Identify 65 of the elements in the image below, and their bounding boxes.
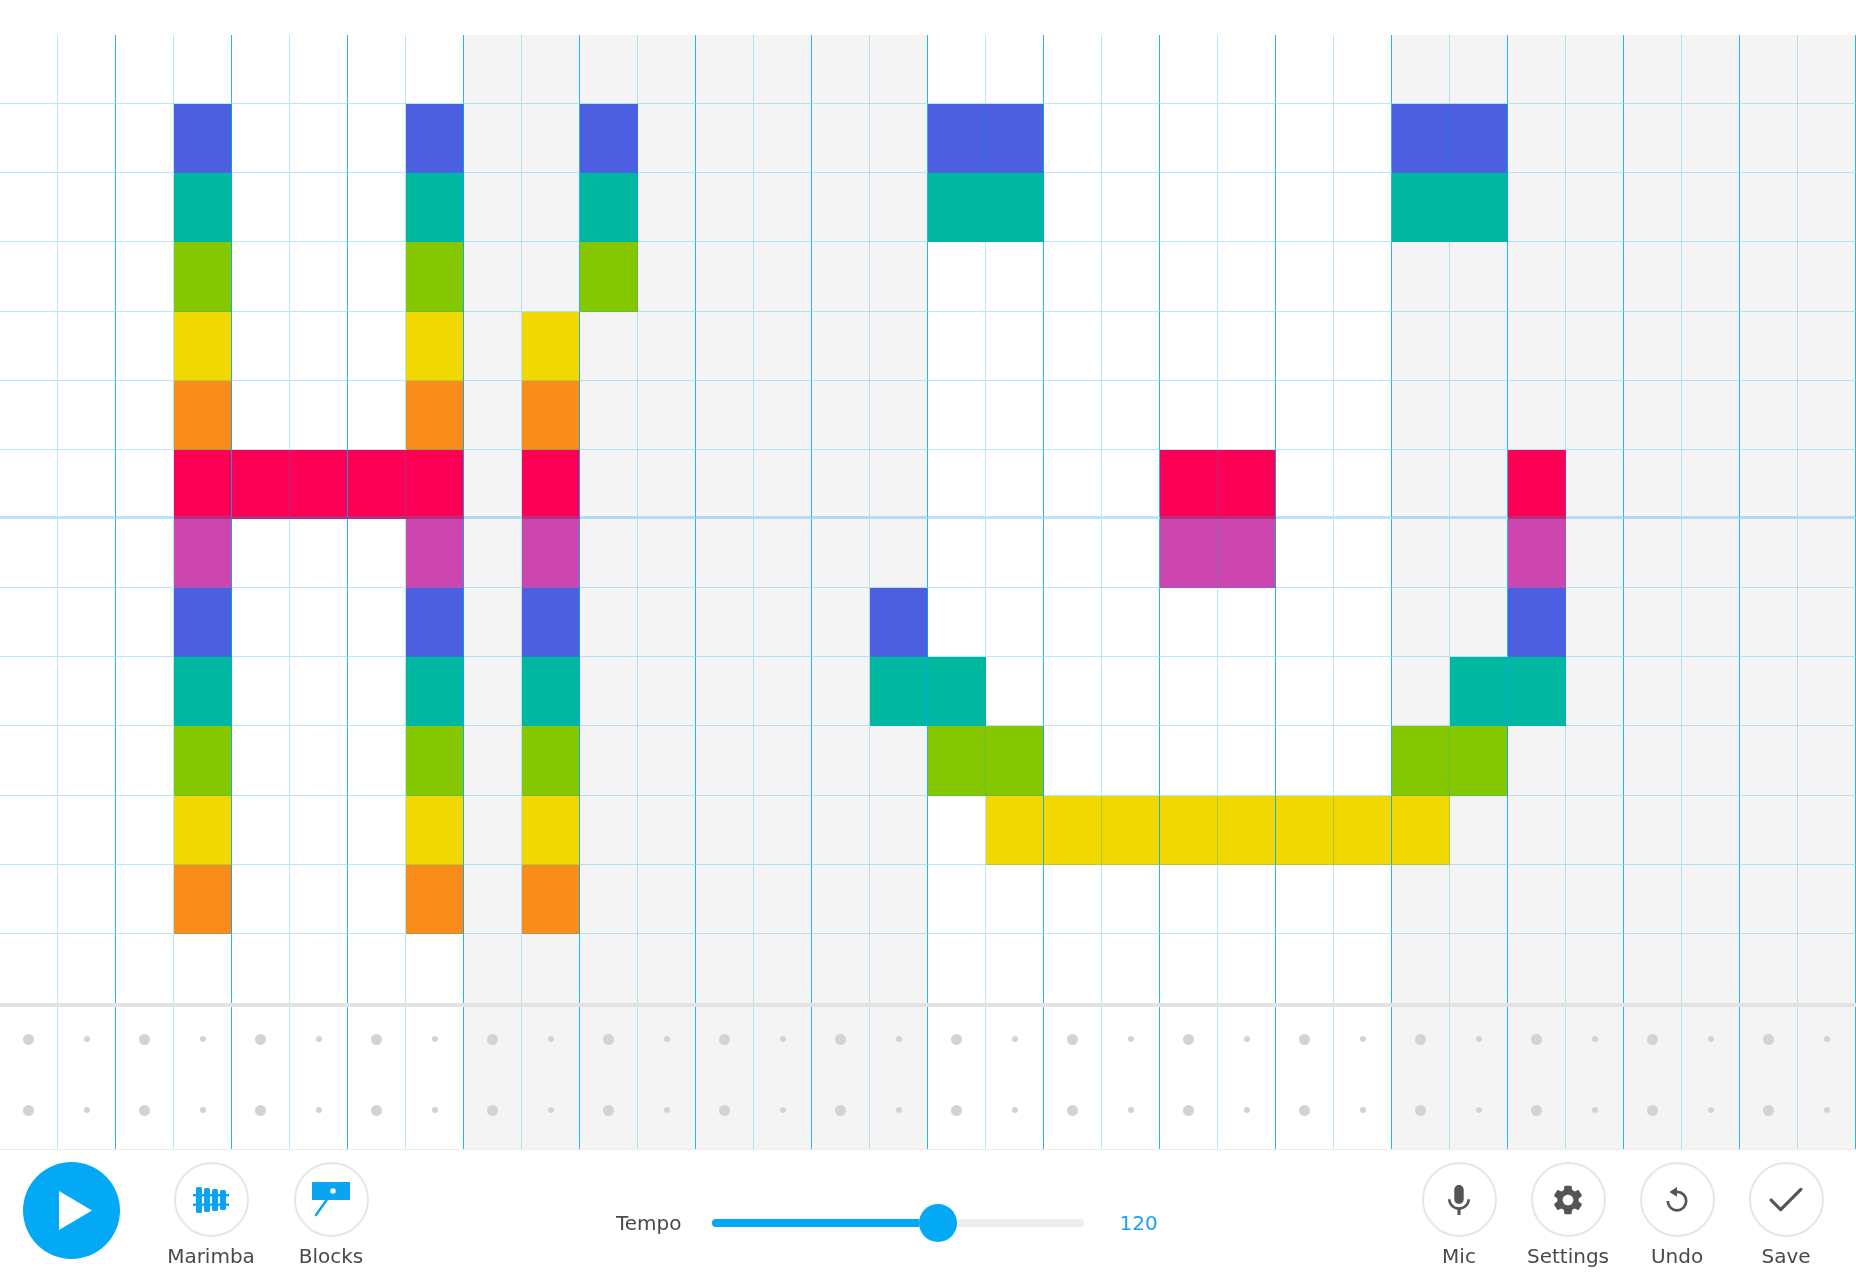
instrument-label: Blocks xyxy=(298,1245,364,1267)
note-block[interactable] xyxy=(1218,795,1276,865)
note-block[interactable] xyxy=(174,726,232,796)
note-block[interactable] xyxy=(522,864,580,934)
note-block[interactable] xyxy=(1450,726,1508,796)
block-mallet-icon xyxy=(312,1182,350,1217)
action-label: Settings xyxy=(1527,1245,1609,1267)
note-block[interactable] xyxy=(522,588,580,658)
note-block[interactable] xyxy=(290,449,348,519)
note-block[interactable] xyxy=(522,449,580,519)
note-block[interactable] xyxy=(406,795,464,865)
note-block[interactable] xyxy=(406,519,464,589)
note-block[interactable] xyxy=(870,588,928,658)
note-block[interactable] xyxy=(406,104,464,174)
note-block[interactable] xyxy=(174,380,232,450)
check-icon xyxy=(1769,1186,1803,1213)
slider-thumb[interactable] xyxy=(919,1204,958,1242)
note-block[interactable] xyxy=(1450,173,1508,243)
note-block[interactable] xyxy=(522,380,580,450)
undo-icon xyxy=(1664,1186,1690,1213)
action-label: Save xyxy=(1761,1245,1811,1267)
note-block[interactable] xyxy=(1450,104,1508,174)
tempo-value: 120 xyxy=(1119,1211,1158,1235)
note-block[interactable] xyxy=(174,519,232,589)
note-block[interactable] xyxy=(174,657,232,727)
note-block[interactable] xyxy=(986,795,1044,865)
note-block[interactable] xyxy=(174,588,232,658)
note-block[interactable] xyxy=(986,726,1044,796)
note-block[interactable] xyxy=(406,726,464,796)
note-block[interactable] xyxy=(174,242,232,312)
note-block[interactable] xyxy=(1218,519,1276,589)
note-block[interactable] xyxy=(870,657,928,727)
note-block[interactable] xyxy=(1450,657,1508,727)
note-block[interactable] xyxy=(174,173,232,243)
note-block[interactable] xyxy=(522,795,580,865)
note-block[interactable] xyxy=(522,519,580,589)
note-block[interactable] xyxy=(174,311,232,381)
note-block[interactable] xyxy=(406,864,464,934)
note-block[interactable] xyxy=(406,588,464,658)
note-block[interactable] xyxy=(174,104,232,174)
note-block[interactable] xyxy=(522,311,580,381)
xylophone-icon xyxy=(193,1186,229,1213)
note-block[interactable] xyxy=(986,173,1044,243)
note-block[interactable] xyxy=(406,657,464,727)
note-block[interactable] xyxy=(1334,795,1392,865)
note-block[interactable] xyxy=(1102,795,1160,865)
tempo-label: Tempo xyxy=(616,1211,682,1235)
microphone-icon xyxy=(1448,1184,1470,1215)
note-block[interactable] xyxy=(522,657,580,727)
note-block[interactable] xyxy=(406,242,464,312)
note-block[interactable] xyxy=(406,173,464,243)
note-block[interactable] xyxy=(174,449,232,519)
settings-icon xyxy=(1554,1184,1582,1215)
note-block[interactable] xyxy=(406,380,464,450)
note-block[interactable] xyxy=(406,311,464,381)
note-block[interactable] xyxy=(174,864,232,934)
note-block[interactable] xyxy=(406,449,464,519)
instrument-label: Marimba xyxy=(167,1245,255,1267)
note-block[interactable] xyxy=(522,726,580,796)
note-block[interactable] xyxy=(1218,449,1276,519)
play-icon xyxy=(59,1191,92,1230)
action-label: Undo xyxy=(1650,1245,1704,1267)
action-label: Mic xyxy=(1442,1245,1476,1267)
note-block[interactable] xyxy=(174,795,232,865)
note-block[interactable] xyxy=(986,104,1044,174)
